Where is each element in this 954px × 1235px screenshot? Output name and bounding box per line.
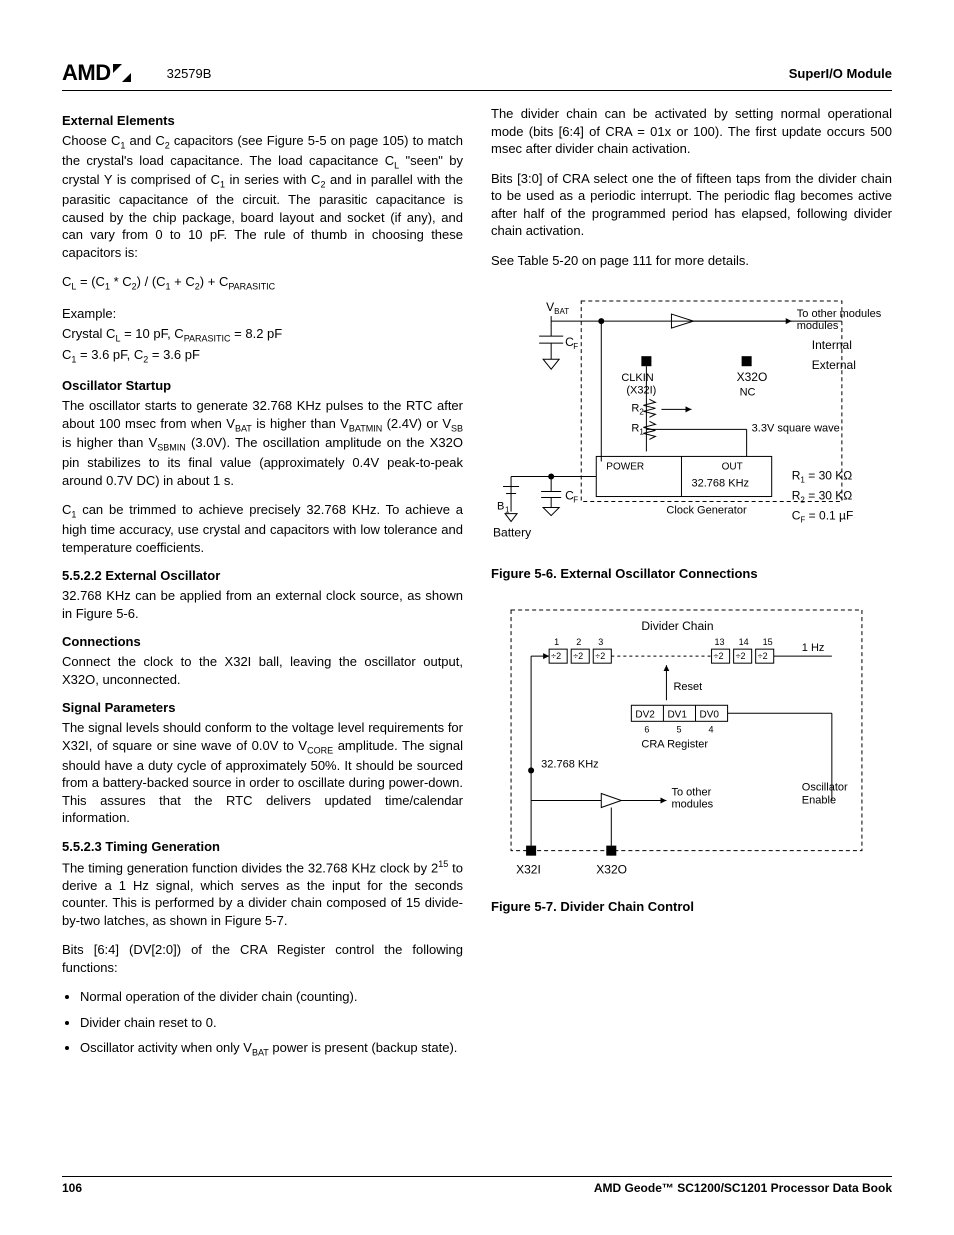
svg-text:1: 1 [554, 637, 559, 647]
svg-text:÷2: ÷2 [573, 651, 583, 661]
svg-text:CLKIN: CLKIN [621, 373, 653, 385]
example-label: Example: [62, 305, 463, 323]
svg-text:DV1: DV1 [667, 709, 687, 720]
svg-text:BAT: BAT [554, 307, 569, 316]
svg-text:÷2: ÷2 [758, 651, 768, 661]
svg-text:3: 3 [598, 637, 603, 647]
svg-text:14: 14 [739, 637, 749, 647]
svg-text:15: 15 [763, 637, 773, 647]
svg-text:13: 13 [715, 637, 725, 647]
page-header: AMD 32579B SuperI/O Module [62, 60, 892, 91]
svg-text:OUT: OUT [722, 462, 743, 473]
amd-logo: AMD [62, 60, 131, 86]
figure-5-7-caption: Figure 5-7. Divider Chain Control [491, 898, 892, 916]
svg-text:1: 1 [639, 428, 644, 437]
svg-text:X32O: X32O [596, 862, 627, 876]
para-signal-parameters: The signal levels should conform to the … [62, 719, 463, 826]
para-right-3: See Table 5-20 on page 111 for more deta… [491, 252, 892, 270]
heading-external-elements: External Elements [62, 113, 463, 128]
svg-text:CRA Register: CRA Register [641, 738, 708, 750]
heading-connections: Connections [62, 634, 463, 649]
svg-text:R: R [631, 423, 639, 435]
svg-text:÷2: ÷2 [736, 651, 746, 661]
svg-text:To other: To other [671, 786, 711, 798]
svg-text:Clock Generator: Clock Generator [666, 505, 747, 517]
svg-text:R2 = 30 KΩ: R2 = 30 KΩ [792, 489, 853, 505]
para-right-2: Bits [3:0] of CRA select one the of fift… [491, 170, 892, 240]
svg-text:Divider Chain: Divider Chain [641, 619, 713, 633]
doc-number: 32579B [167, 66, 212, 81]
heading-oscillator-startup: Oscillator Startup [62, 378, 463, 393]
formula-cl: CL = (C1 * C2) / (C1 + C2) + CPARASITIC [62, 273, 463, 293]
heading-signal-parameters: Signal Parameters [62, 700, 463, 715]
figure-5-6: VBAT CF To other modules mo [491, 281, 892, 565]
svg-text:÷2: ÷2 [595, 651, 605, 661]
svg-text:POWER: POWER [606, 462, 644, 473]
para-5522: 32.768 KHz can be applied from an extern… [62, 587, 463, 622]
svg-text:R: R [631, 403, 639, 415]
example-line2: C1 = 3.6 pF, C2 = 3.6 pF [62, 346, 463, 366]
svg-text:÷2: ÷2 [551, 651, 561, 661]
svg-text:1 Hz: 1 Hz [802, 642, 825, 654]
svg-text:DV2: DV2 [635, 709, 655, 720]
svg-text:32.768 KHz: 32.768 KHz [541, 758, 599, 770]
main-columns: External Elements Choose C1 and C2 capac… [62, 105, 892, 1176]
svg-text:DV0: DV0 [700, 709, 720, 720]
svg-text:NC: NC [740, 387, 756, 399]
svg-text:B: B [497, 501, 504, 513]
para-connections: Connect the clock to the X32I ball, leav… [62, 653, 463, 688]
right-column: The divider chain can be activated by se… [491, 105, 892, 1176]
svg-text:6: 6 [644, 724, 649, 734]
book-title: AMD Geode™ SC1200/SC1201 Processor Data … [594, 1181, 892, 1195]
logo-text: AMD [62, 60, 111, 86]
svg-text:(X32I): (X32I) [626, 385, 656, 397]
para-5523a: The timing generation function divides t… [62, 858, 463, 930]
page-number: 106 [62, 1181, 82, 1195]
svg-text:5: 5 [676, 724, 681, 734]
svg-text:X32I: X32I [516, 862, 541, 876]
svg-text:R1 = 30 KΩ: R1 = 30 KΩ [792, 469, 853, 485]
left-column: External Elements Choose C1 and C2 capac… [62, 105, 463, 1176]
svg-text:CF = 0.1 µF: CF = 0.1 µF [792, 509, 854, 525]
svg-text:Enable: Enable [802, 794, 836, 806]
svg-text:Reset: Reset [673, 681, 702, 693]
header-left: AMD 32579B [62, 60, 211, 86]
svg-text:2: 2 [576, 637, 581, 647]
figure-5-6-caption: Figure 5-6. External Oscillator Connecti… [491, 565, 892, 583]
figure-5-6-svg: VBAT CF To other modules mo [491, 281, 892, 562]
bullet-item: Oscillator activity when only VBAT power… [80, 1039, 463, 1059]
page-footer: 106 AMD Geode™ SC1200/SC1201 Processor D… [62, 1176, 892, 1195]
svg-text:F: F [573, 496, 578, 505]
svg-text:X32O: X32O [737, 371, 768, 385]
figure-5-7-svg: Divider Chain 1 2 3 ÷2 ÷2 ÷2 13 14 15 ÷2 ÷2 [491, 595, 892, 896]
svg-text:Oscillator: Oscillator [802, 781, 848, 793]
svg-text:modules: modules [797, 320, 839, 332]
svg-text:To other modules: To other modules [797, 308, 882, 320]
svg-text:V: V [546, 300, 554, 314]
figure-5-7: Divider Chain 1 2 3 ÷2 ÷2 ÷2 13 14 15 ÷2 ÷2 [491, 595, 892, 899]
module-title: SuperI/O Module [789, 66, 892, 81]
bullet-item: Normal operation of the divider chain (c… [80, 988, 463, 1006]
svg-text:modules: modules [671, 798, 713, 810]
bullet-list: Normal operation of the divider chain (c… [80, 988, 463, 1059]
svg-text:Battery: Battery [493, 526, 531, 540]
para-oscillator-startup: The oscillator starts to generate 32.768… [62, 397, 463, 489]
svg-text:3.3V square wave: 3.3V square wave [752, 423, 840, 435]
amd-logo-icon [113, 64, 131, 82]
svg-text:External: External [812, 359, 856, 373]
svg-text:Internal: Internal [812, 339, 852, 353]
svg-text:÷2: ÷2 [714, 651, 724, 661]
para-right-1: The divider chain can be activated by se… [491, 105, 892, 158]
para-osc-trim: C1 can be trimmed to achieve precisely 3… [62, 501, 463, 556]
para-external-elements: Choose C1 and C2 capacitors (see Figure … [62, 132, 463, 261]
svg-text:4: 4 [709, 724, 714, 734]
heading-5523: 5.5.2.3 Timing Generation [62, 839, 463, 854]
heading-5522: 5.5.2.2 External Oscillator [62, 568, 463, 583]
example-line1: Crystal CL = 10 pF, CPARASITIC = 8.2 pF [62, 325, 463, 345]
svg-text:F: F [573, 343, 578, 352]
para-5523b: Bits [6:4] (DV[2:0]) of the CRA Register… [62, 941, 463, 976]
bullet-item: Divider chain reset to 0. [80, 1014, 463, 1032]
svg-text:32.768 KHz: 32.768 KHz [692, 478, 750, 490]
page: AMD 32579B SuperI/O Module External Elem… [0, 0, 954, 1235]
